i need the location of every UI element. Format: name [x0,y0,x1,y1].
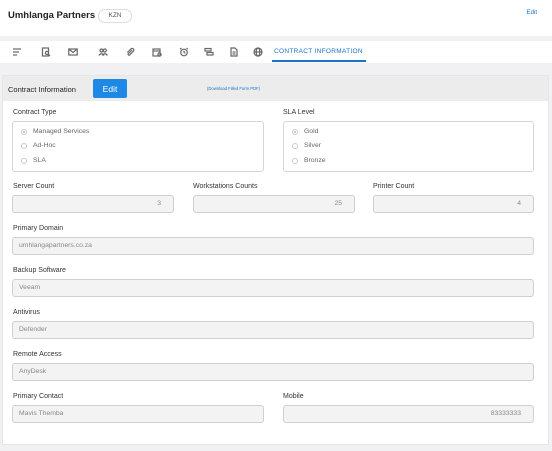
radio-button[interactable] [21,142,27,149]
globe-icon[interactable] [251,45,265,59]
mail-icon[interactable] [66,45,80,59]
radio-gold[interactable]: Gold [292,128,318,135]
radio-button[interactable] [21,128,27,135]
backup-software-field[interactable]: Veeam [12,279,534,297]
radio-bronze[interactable]: Bronze [292,157,326,164]
active-tab-indicator [272,60,366,62]
printer-count-label: Printer Count [373,183,415,190]
printer-count-field[interactable]: 4 [373,195,534,213]
panel-title: Contract Information [8,85,76,94]
radio-label: Silver [304,142,321,149]
workstations-count-field[interactable]: 25 [193,195,355,213]
contract-type-group: Managed Services Ad-Hoc SLA [12,121,264,172]
alarm-clock-icon[interactable] [177,45,191,59]
mobile-label: Mobile [283,393,304,400]
radio-label: Bronze [304,157,326,164]
primary-contact-label: Primary Contact [13,393,64,400]
server-count-field[interactable]: 3 [12,195,174,213]
radio-button[interactable] [292,157,298,164]
radio-managed-services[interactable]: Managed Services [21,128,89,135]
radio-button[interactable] [292,128,298,135]
file-icon[interactable] [227,45,241,59]
remote-access-field[interactable]: AnyDesk [12,363,534,381]
mobile-field[interactable]: 83333333 [283,405,534,423]
header-edit-link[interactable]: Edit [527,10,537,16]
contract-type-label: Contract Type [13,109,57,116]
antivirus-label: Antivirus [13,309,40,316]
tab-contract-information[interactable]: CONTRACT INFORMATION [274,48,363,55]
radio-silver[interactable]: Silver [292,142,321,149]
radio-label: Gold [304,128,319,135]
radio-button[interactable] [21,157,27,164]
sort-icon[interactable] [10,45,24,59]
edit-button[interactable]: Edit [93,79,127,98]
download-pdf-link[interactable]: (Download Filled Form PDF) [207,86,260,91]
panel-header: Contract Information Edit (Download Fill… [3,76,548,101]
radio-ad-hoc[interactable]: Ad-Hoc [21,142,56,149]
primary-contact-field[interactable]: Mavis Themba [12,405,264,423]
radio-button[interactable] [292,142,298,149]
radio-label: Ad-Hoc [33,142,56,149]
tab-bar: CONTRACT INFORMATION [0,41,552,63]
server-count-label: Server Count [13,183,55,190]
primary-domain-label: Primary Domain [13,225,64,232]
sla-level-label: SLA Level [283,109,315,116]
users-icon[interactable] [96,45,110,59]
paperclip-icon[interactable] [123,45,137,59]
antivirus-field[interactable]: Defender [12,321,534,339]
remote-access-label: Remote Access [13,351,62,358]
sla-level-group: Gold Silver Bronze [283,121,534,172]
radio-label: Managed Services [33,128,90,135]
page-header: Umhlanga Partners KZN Edit [0,0,552,36]
calendar-icon[interactable] [150,45,164,59]
contract-information-panel: Contract Information Edit (Download Fill… [2,75,549,445]
server-icon[interactable] [202,45,216,59]
document-search-icon[interactable] [39,45,53,59]
workstations-count-label: Workstations Counts [193,183,258,190]
backup-software-label: Backup Software [13,267,66,274]
radio-sla[interactable]: SLA [21,157,46,164]
region-badge: KZN [98,9,132,23]
radio-label: SLA [33,157,46,164]
company-name: Umhlanga Partners [8,10,96,21]
primary-domain-field[interactable]: umhlangapartners.co.za [12,237,534,255]
